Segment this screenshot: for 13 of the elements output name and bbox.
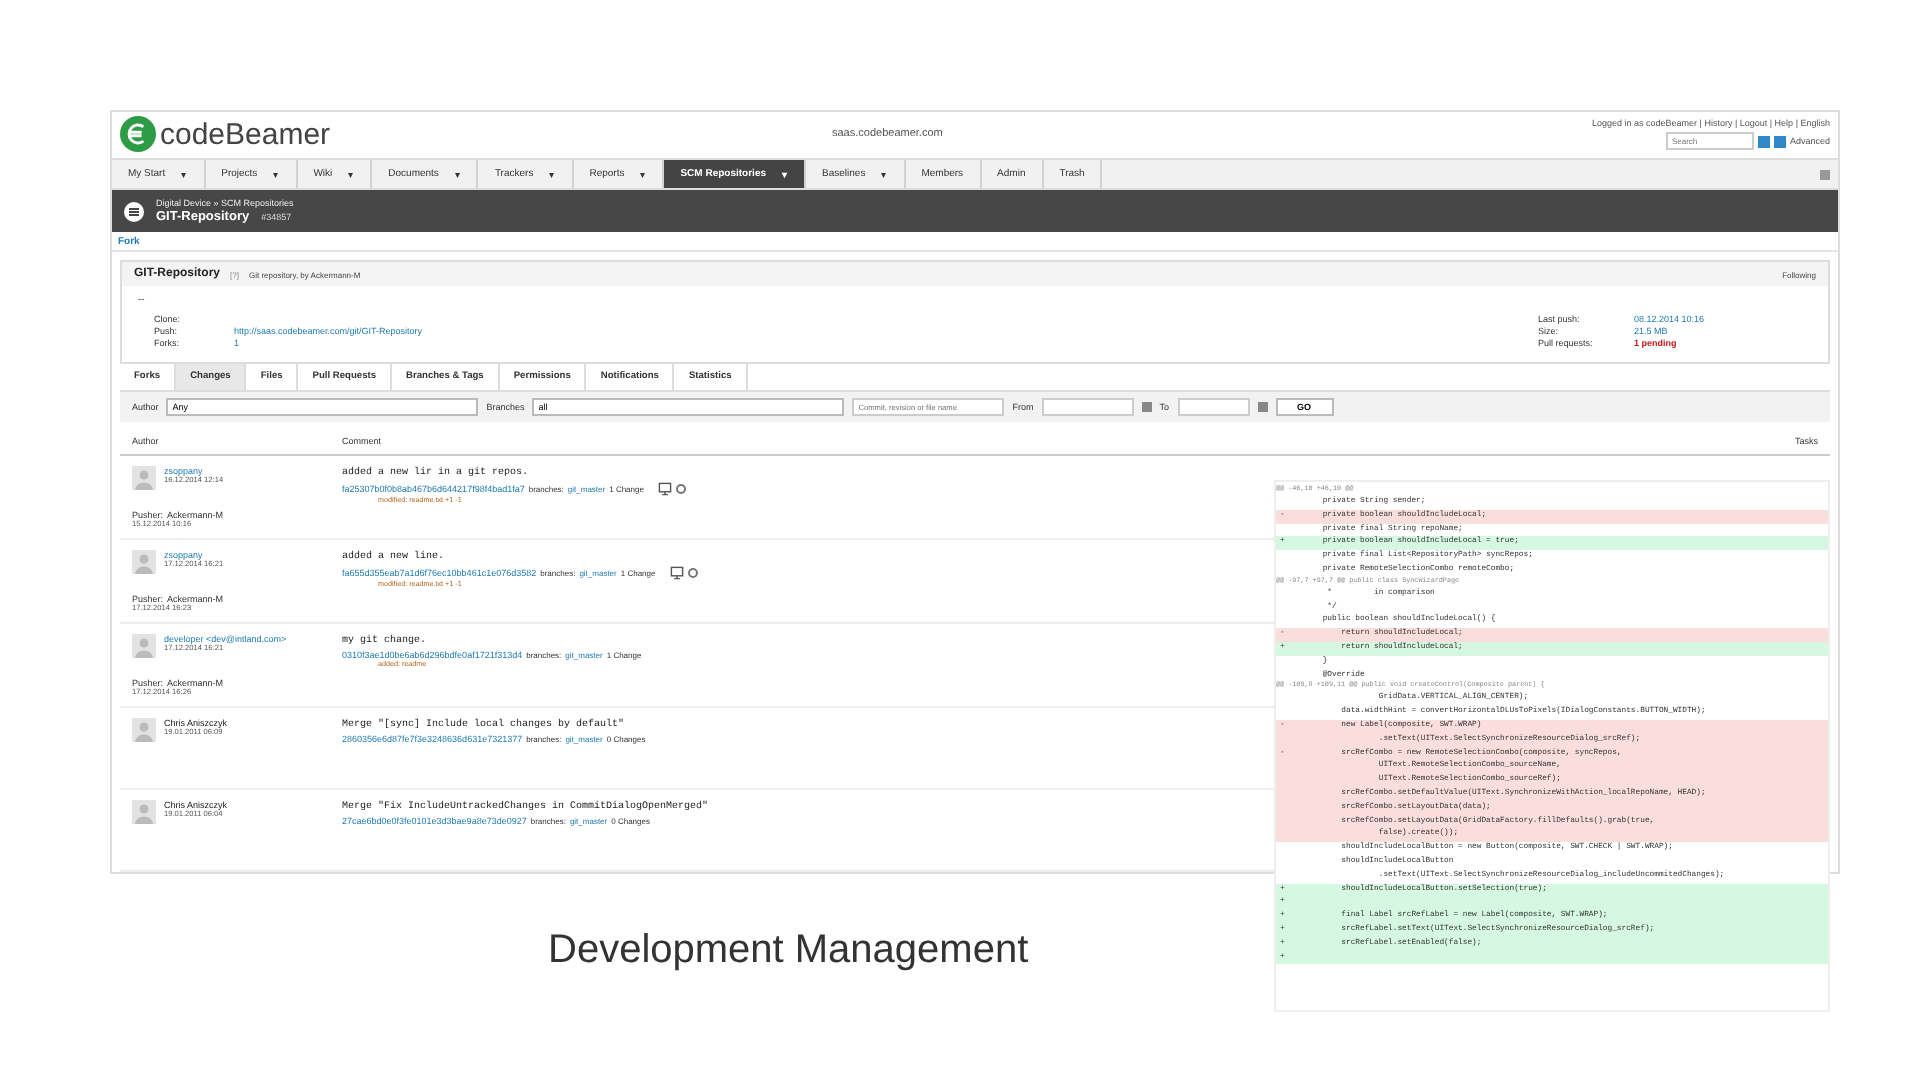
- avatar-icon: [132, 634, 156, 658]
- repository-icon: [124, 201, 144, 222]
- monitor-icon[interactable]: [657, 482, 672, 496]
- avatar-icon: [132, 800, 156, 824]
- logo-icon: [120, 116, 156, 153]
- monitor-icon[interactable]: [669, 566, 684, 580]
- avatar-icon: [132, 550, 156, 574]
- from-date-field[interactable]: [1041, 398, 1134, 417]
- logo-text: codeBeamer: [160, 117, 331, 152]
- avatar-icon: [132, 466, 156, 490]
- avatar-icon: [132, 718, 156, 742]
- slide-caption: Development Management: [548, 928, 1029, 974]
- to-date-field[interactable]: [1177, 398, 1250, 417]
